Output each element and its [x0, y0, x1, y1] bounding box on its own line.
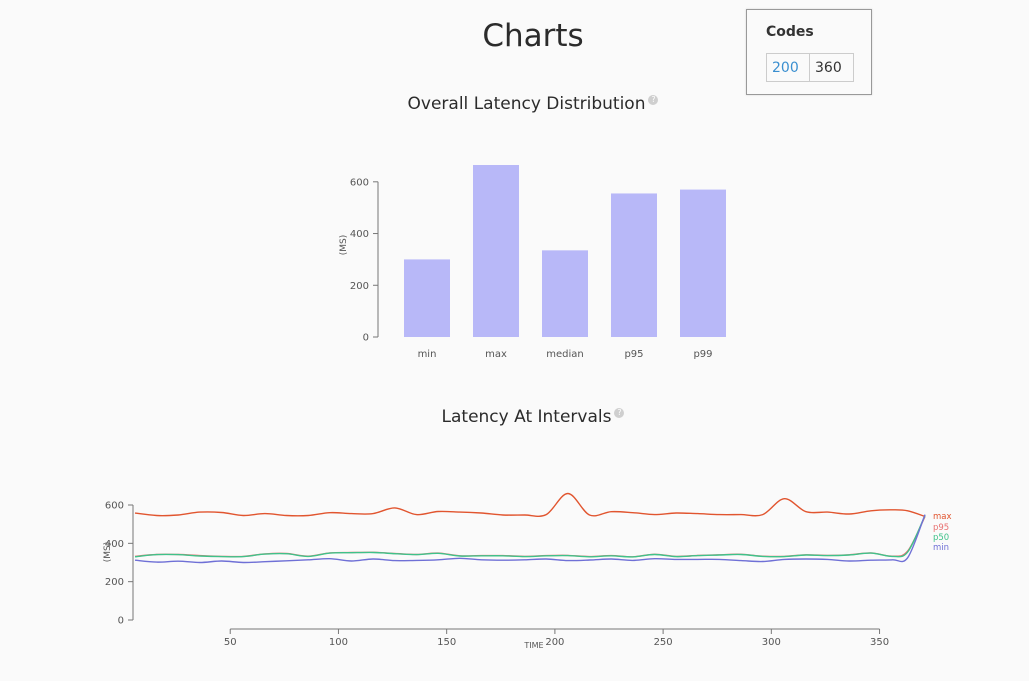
y-tick-label: 0 [363, 333, 369, 344]
y-tick-label: 400 [350, 229, 369, 240]
legend-label-min: min [933, 543, 949, 553]
x-tick-label: median [546, 349, 584, 360]
x-tick-label: 300 [762, 637, 781, 648]
x-tick-label: 200 [545, 637, 564, 648]
distribution-title-text: Overall Latency Distribution [407, 94, 646, 114]
bar-p95 [611, 193, 657, 337]
x-tick-label: 150 [437, 637, 456, 648]
x-tick-label: 250 [654, 637, 673, 648]
series-line-max [134, 492, 926, 518]
code-key-200[interactable]: 200 [766, 53, 810, 82]
x-tick-label: min [418, 349, 437, 360]
series-line-p50 [134, 515, 926, 558]
legend-label-p50: p50 [933, 533, 949, 543]
series-line-min [134, 514, 926, 564]
bar-max [473, 165, 519, 337]
x-axis-label: TIME [523, 641, 543, 650]
codes-title: Codes [766, 24, 814, 40]
question-circle-icon[interactable]: ? [614, 408, 625, 419]
legend-label-max: max [933, 512, 952, 522]
series-line-p95 [134, 516, 926, 558]
bar-median [542, 250, 588, 337]
page-title: Charts [482, 18, 584, 54]
y-tick-label: 200 [350, 281, 369, 292]
x-tick-label: max [485, 349, 507, 360]
distribution-section-title: Overall Latency Distribution? [0, 94, 1029, 114]
y-tick-label: 400 [105, 539, 124, 550]
x-tick-label: p95 [624, 349, 643, 360]
intervals-section-title: Latency At Intervals? [0, 407, 1029, 427]
x-tick-label: 350 [870, 637, 889, 648]
codes-row: 200 360 [766, 53, 854, 82]
x-tick-label: 50 [224, 637, 237, 648]
legend-label-p95: p95 [933, 523, 949, 533]
codes-panel: Codes 200 360 [746, 9, 872, 95]
y-axis-label: (MS) [103, 542, 113, 563]
y-tick-label: 0 [118, 616, 124, 627]
y-tick-label: 600 [350, 177, 369, 188]
bar-p99 [680, 189, 726, 337]
bar-min [404, 259, 450, 337]
x-tick-label: 100 [329, 637, 348, 648]
y-tick-label: 600 [105, 501, 124, 512]
x-tick-label: p99 [693, 349, 712, 360]
question-circle-icon[interactable]: ? [648, 95, 659, 106]
y-tick-label: 200 [105, 577, 124, 588]
intervals-title-text: Latency At Intervals [441, 407, 612, 427]
code-count: 360 [810, 53, 854, 82]
y-axis-label: (MS) [339, 235, 349, 256]
